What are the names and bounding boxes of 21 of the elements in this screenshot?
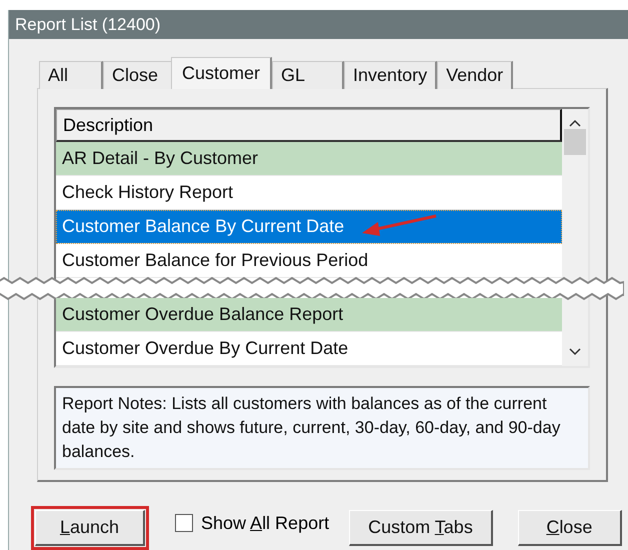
scroll-down-icon[interactable] bbox=[569, 348, 581, 356]
scroll-up-icon[interactable] bbox=[569, 119, 581, 127]
list-row[interactable]: Customer Overdue Balance Report bbox=[56, 298, 562, 332]
column-header[interactable]: Description bbox=[56, 109, 562, 142]
report-notes: Report Notes: Lists all customers with balances as of the current date by site and shows future, current, 30-day, 60-day, and 90-day balances. bbox=[54, 386, 590, 470]
tab[interactable]: Customer bbox=[171, 57, 272, 89]
tab[interactable]: All bbox=[39, 61, 103, 89]
tab[interactable]: Inventory bbox=[344, 61, 438, 89]
scrollbar[interactable] bbox=[562, 109, 588, 366]
checkbox-label[interactable]: Show All Report bbox=[201, 512, 330, 534]
tab[interactable]: Vendor bbox=[437, 61, 514, 89]
custom-tabs-button[interactable]: Custom Tabs bbox=[349, 510, 493, 546]
list-row[interactable]: AR Detail - By Customer bbox=[56, 142, 562, 176]
window-title: Report List (12400) bbox=[9, 10, 628, 39]
list-row[interactable]: Customer Balance By Current Date bbox=[56, 210, 562, 244]
close-button[interactable]: Close bbox=[518, 510, 622, 546]
checkbox[interactable] bbox=[175, 514, 193, 532]
tab[interactable]: Close bbox=[103, 61, 173, 89]
launch-button[interactable]: Launch bbox=[35, 510, 145, 546]
scroll-thumb[interactable] bbox=[564, 129, 586, 155]
tab[interactable]: GL bbox=[272, 61, 344, 89]
